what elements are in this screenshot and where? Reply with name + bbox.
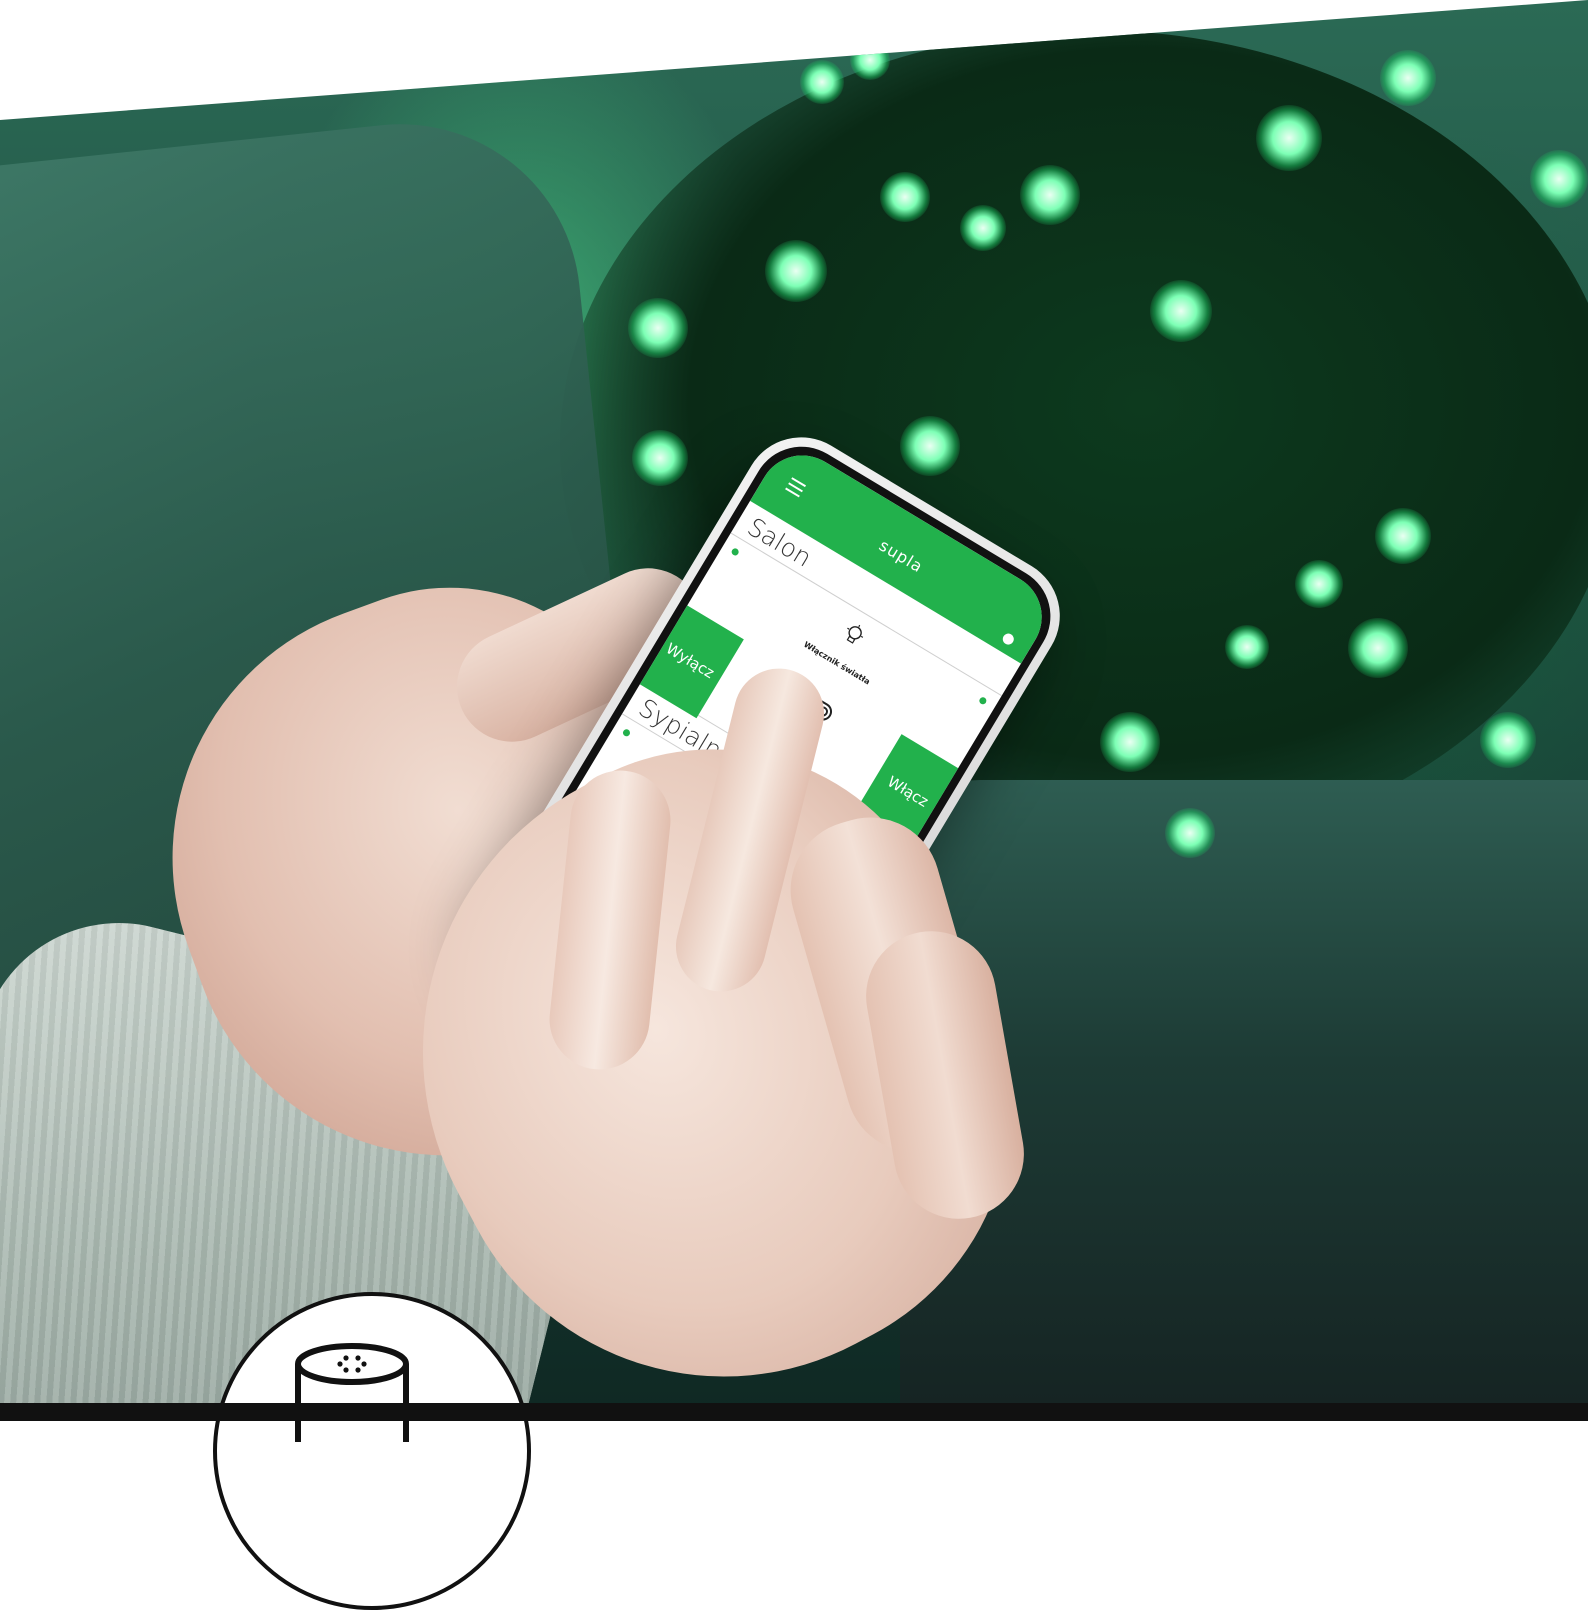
tree-light <box>1100 712 1160 772</box>
tree-light <box>1530 150 1588 208</box>
bottom-bar <box>0 1403 1588 1421</box>
tree-light <box>1375 508 1431 564</box>
tree-light <box>1150 280 1212 342</box>
badge-circle <box>213 1292 531 1610</box>
status-dot <box>730 547 740 557</box>
tree-light <box>1165 808 1215 858</box>
tree-light <box>1480 712 1536 768</box>
tree-light <box>765 240 827 302</box>
status-dot <box>978 695 988 706</box>
status-dot <box>621 727 632 738</box>
tree-light <box>1380 50 1436 106</box>
tree-light <box>900 416 960 476</box>
tree-light <box>880 172 930 222</box>
tree-light <box>850 40 890 80</box>
tree-light <box>1225 625 1269 669</box>
tree-light <box>632 430 688 486</box>
smart-speaker-icon <box>295 1343 409 1442</box>
tree-light <box>628 298 688 358</box>
tree-light <box>800 60 844 104</box>
tree-light <box>1348 618 1408 678</box>
tree-light <box>1256 105 1322 171</box>
lightbulb-icon <box>846 624 864 644</box>
tree-light <box>1020 165 1080 225</box>
tree-light <box>1295 560 1343 608</box>
tree-light <box>960 205 1006 251</box>
